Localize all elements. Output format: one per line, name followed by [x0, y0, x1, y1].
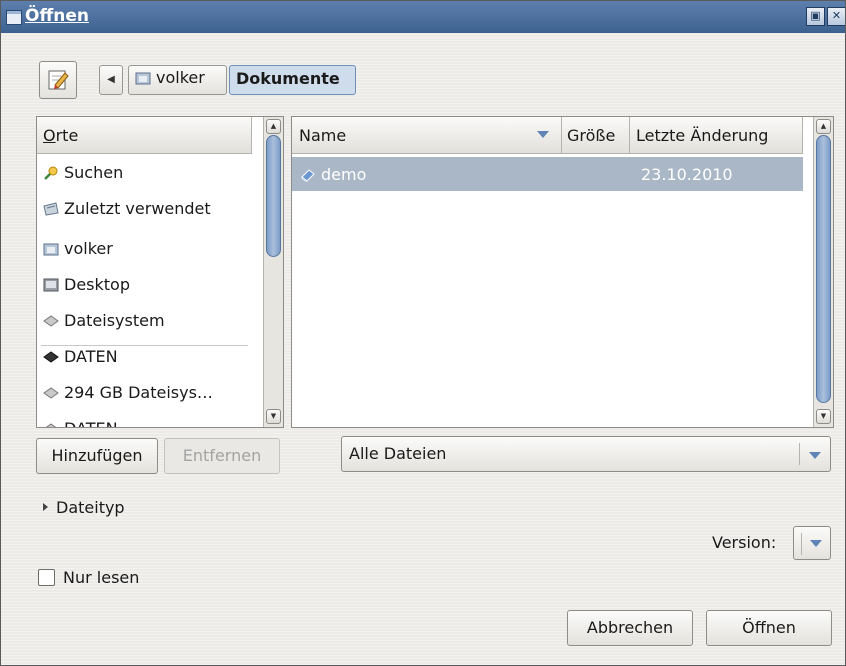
place-search[interactable]: Suchen: [37, 155, 252, 191]
file-modified: 23.10.2010: [641, 165, 733, 184]
column-size[interactable]: Größe: [562, 117, 630, 154]
file-filter-value: Alle Dateien: [349, 444, 447, 463]
expand-triangle-icon: [43, 503, 48, 511]
pencil-icon: [48, 70, 69, 90]
scroll-down-icon[interactable]: ▼: [816, 409, 831, 424]
place-recent[interactable]: Zuletzt verwendet: [37, 191, 252, 227]
open-button[interactable]: Öffnen: [706, 610, 832, 646]
files-scrollbar[interactable]: ▲ ▼: [813, 117, 833, 427]
window-title: Öffnen: [25, 6, 89, 26]
drive-icon: [43, 315, 59, 327]
place-filesystem[interactable]: Dateisystem: [37, 303, 252, 339]
window-icon: [6, 10, 22, 25]
column-name[interactable]: Name: [292, 117, 562, 154]
files-scroll-thumb[interactable]: [816, 135, 831, 403]
remove-place-label: Entfernen: [182, 446, 262, 465]
column-name-label: Name: [299, 126, 347, 145]
file-icon: [301, 169, 315, 182]
places-scroll-thumb[interactable]: [266, 135, 281, 257]
places-header-rest: rte: [55, 126, 79, 145]
place-desktop[interactable]: Desktop: [37, 267, 252, 303]
readonly-checkbox[interactable]: [38, 569, 55, 586]
place-search-label: Suchen: [64, 163, 124, 182]
places-header[interactable]: Orte: [37, 117, 252, 154]
desktop-icon: [43, 278, 59, 292]
column-size-label: Größe: [567, 126, 616, 145]
place-daten-1-label: DATEN: [64, 347, 118, 366]
place-recent-label: Zuletzt verwendet: [64, 199, 211, 218]
add-place-button[interactable]: Hinzufügen: [36, 438, 158, 474]
breadcrumb-volker-label: volker: [156, 68, 205, 87]
breadcrumb-back-button[interactable]: ◀: [99, 65, 123, 95]
file-row[interactable]: demo 23.10.2010: [292, 157, 803, 191]
title-bar[interactable]: Öffnen ▣ ✕: [1, 1, 845, 33]
open-label: Öffnen: [742, 618, 796, 637]
type-filename-button[interactable]: [39, 61, 77, 99]
column-modified-label: Letzte Änderung: [636, 126, 769, 145]
place-294gb-label: 294 GB Dateisys…: [64, 383, 213, 402]
home-folder-icon: [135, 72, 151, 85]
filetype-expander[interactable]: Dateityp: [43, 498, 125, 517]
open-dialog: Öffnen ▣ ✕ ◀ volker Dokumente Orte Suche…: [0, 0, 846, 666]
places-pane: Orte Suchen Zuletzt verwendet volker Des…: [36, 116, 284, 428]
close-icon[interactable]: ✕: [827, 7, 845, 26]
file-name: demo: [321, 165, 367, 184]
chevron-left-icon: ◀: [107, 74, 115, 85]
place-filesystem-label: Dateisystem: [64, 311, 165, 330]
breadcrumb-volker[interactable]: volker: [128, 65, 227, 95]
scroll-up-icon[interactable]: ▲: [266, 119, 281, 134]
file-list-pane: Name Größe Letzte Änderung demo 23.10.20…: [291, 116, 834, 428]
place-daten-2-label: DATEN: [64, 419, 118, 427]
version-label: Version:: [712, 533, 777, 552]
scroll-down-icon[interactable]: ▼: [266, 409, 281, 424]
combo-separator: [801, 533, 802, 555]
file-filter-combo[interactable]: Alle Dateien: [341, 436, 831, 472]
version-combo[interactable]: [793, 526, 831, 560]
scroll-up-icon[interactable]: ▲: [816, 119, 831, 134]
places-scrollbar[interactable]: ▲ ▼: [263, 117, 283, 427]
breadcrumb-dokumente-label: Dokumente: [236, 69, 340, 88]
home-folder-icon: [43, 243, 59, 256]
remove-place-button[interactable]: Entfernen: [164, 438, 280, 474]
combo-separator: [799, 443, 800, 465]
place-daten-1[interactable]: DATEN: [37, 339, 252, 375]
chevron-down-icon: [810, 540, 822, 547]
place-daten-2[interactable]: DATEN: [37, 411, 252, 427]
breadcrumb-dokumente[interactable]: Dokumente: [229, 65, 356, 95]
place-volker[interactable]: volker: [37, 231, 252, 267]
cancel-button[interactable]: Abbrechen: [567, 610, 693, 646]
place-volker-label: volker: [64, 239, 113, 258]
drive-icon: [43, 387, 59, 399]
place-desktop-label: Desktop: [64, 275, 130, 294]
column-modified[interactable]: Letzte Änderung: [630, 117, 803, 154]
restore-icon[interactable]: ▣: [806, 7, 825, 26]
recent-icon: [43, 202, 59, 216]
drive-icon: [45, 423, 57, 427]
cancel-label: Abbrechen: [586, 618, 674, 637]
sort-descending-icon: [537, 131, 549, 138]
add-place-label: Hinzufügen: [51, 446, 143, 465]
search-icon: [44, 166, 58, 180]
readonly-label[interactable]: Nur lesen: [63, 568, 139, 587]
chevron-down-icon: [809, 452, 821, 459]
place-294gb[interactable]: 294 GB Dateisys…: [37, 375, 252, 411]
drive-icon: [43, 351, 59, 363]
filetype-expander-label: Dateityp: [56, 498, 125, 517]
